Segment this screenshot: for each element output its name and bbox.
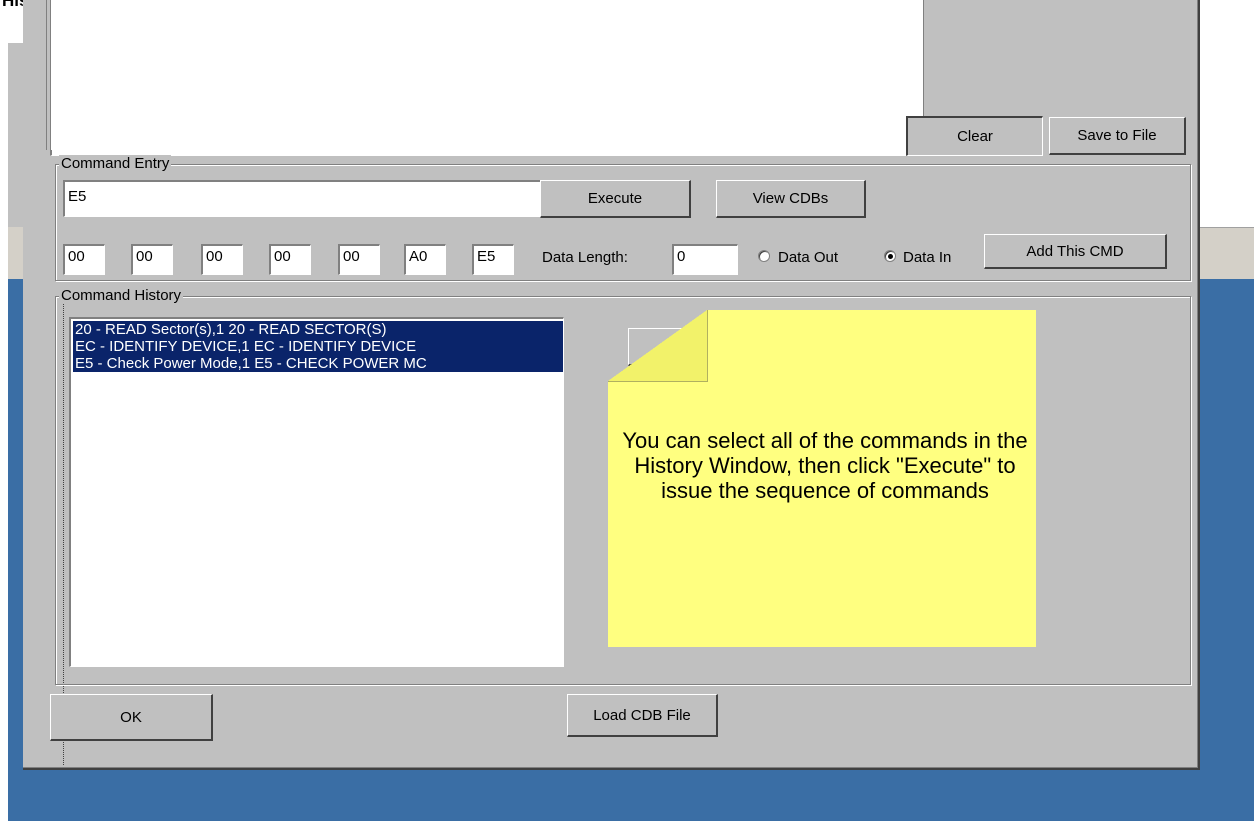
callout-note-text: You can select all of the commands in th… <box>622 428 1028 503</box>
command-input[interactable]: E5 <box>63 180 549 217</box>
list-item[interactable]: EC - IDENTIFY DEVICE,1 EC - IDENTIFY DEV… <box>73 338 563 355</box>
data-length-label: Data Length: <box>542 249 628 266</box>
cdb-byte-field[interactable]: 00 <box>63 244 105 275</box>
load-cdb-file-button[interactable]: Load CDB File <box>567 694 718 737</box>
data-in-label: Data In <box>903 249 952 266</box>
data-out-radio[interactable] <box>758 250 770 262</box>
cdb-byte-field[interactable]: 00 <box>338 244 380 275</box>
view-cdbs-button[interactable]: View CDBs <box>716 180 866 218</box>
background-window-band-left <box>8 227 23 279</box>
save-to-file-button[interactable]: Save to File <box>1049 117 1186 155</box>
data-in-radio[interactable] <box>884 250 896 262</box>
list-item[interactable]: E5 - Check Power Mode,1 E5 - CHECK POWER… <box>73 355 563 372</box>
cdb-byte-field[interactable]: E5 <box>472 244 514 275</box>
command-entry-label: Command Entry <box>59 155 172 172</box>
data-length-input[interactable]: 0 <box>672 244 738 275</box>
command-history-list[interactable]: 20 - READ Sector(s),1 20 - READ SECTOR(S… <box>69 317 564 667</box>
background-area-right <box>1198 42 1254 227</box>
cdb-byte-field[interactable]: 00 <box>201 244 243 275</box>
data-out-label: Data Out <box>778 249 839 266</box>
radio-selected-dot <box>887 253 893 259</box>
cdb-byte-field[interactable]: 00 <box>269 244 311 275</box>
execute-button[interactable]: Execute <box>540 180 691 218</box>
add-this-cmd-button[interactable]: Add This CMD <box>984 234 1167 269</box>
cdb-byte-field[interactable]: A0 <box>404 244 446 275</box>
callout-note-fold <box>608 310 708 382</box>
list-item[interactable]: 20 - READ Sector(s),1 20 - READ SECTOR(S… <box>73 321 563 338</box>
output-frame-edge <box>46 0 52 150</box>
command-history-label: Command History <box>59 287 184 304</box>
output-textarea[interactable] <box>50 0 923 156</box>
clear-button[interactable]: Clear <box>906 116 1043 156</box>
background-window-band-right <box>1198 227 1254 280</box>
ok-button[interactable]: OK <box>50 694 213 741</box>
cdb-byte-field[interactable]: 00 <box>131 244 173 275</box>
